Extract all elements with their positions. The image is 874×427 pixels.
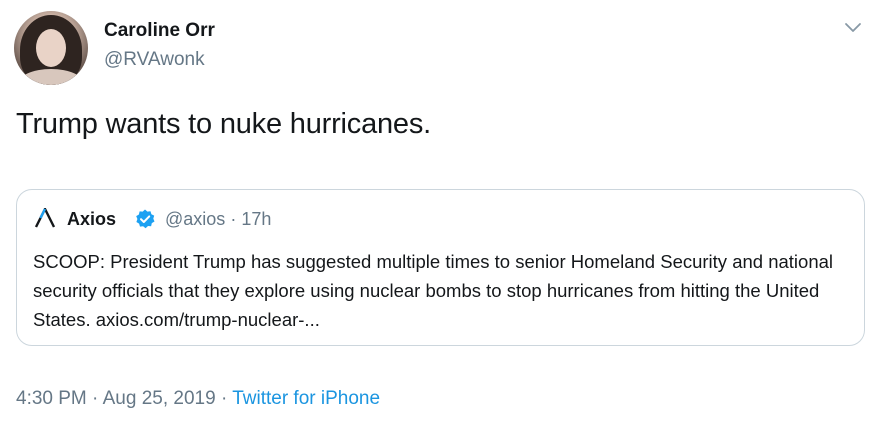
quoted-author-name[interactable]: Axios (67, 209, 116, 230)
quoted-author-handle[interactable]: @axios (165, 209, 225, 229)
quoted-meta: @axios · 17h (165, 209, 271, 230)
chevron-down-icon[interactable] (842, 16, 864, 38)
author-handle[interactable]: @RVAwonk (104, 49, 205, 71)
axios-logo-icon (34, 206, 56, 228)
tweet-date[interactable]: Aug 25, 2019 (103, 388, 216, 409)
quoted-tweet-text: SCOOP: President Trump has suggested mul… (33, 251, 834, 330)
footer-separator: · (220, 388, 228, 409)
meta-separator: · (230, 209, 237, 229)
verified-badge-icon (134, 208, 156, 230)
quoted-timestamp[interactable]: 17h (241, 209, 271, 229)
author-name[interactable]: Caroline Orr (104, 20, 215, 42)
tweet-footer: 4:30 PM · Aug 25, 2019 · Twitter for iPh… (16, 388, 380, 410)
footer-separator: · (92, 388, 99, 409)
tweet-container: Caroline Orr @RVAwonk Trump wants to nuk… (0, 0, 874, 427)
avatar[interactable] (14, 11, 88, 85)
tweet-source-link[interactable]: Twitter for iPhone (232, 388, 380, 409)
tweet-text: Trump wants to nuke hurricanes. (16, 108, 432, 140)
tweet-time[interactable]: 4:30 PM (16, 388, 87, 409)
avatar-face (36, 29, 66, 67)
quoted-tweet-card[interactable]: Axios @axios · 17h SCOOP: President Trum… (16, 189, 865, 346)
